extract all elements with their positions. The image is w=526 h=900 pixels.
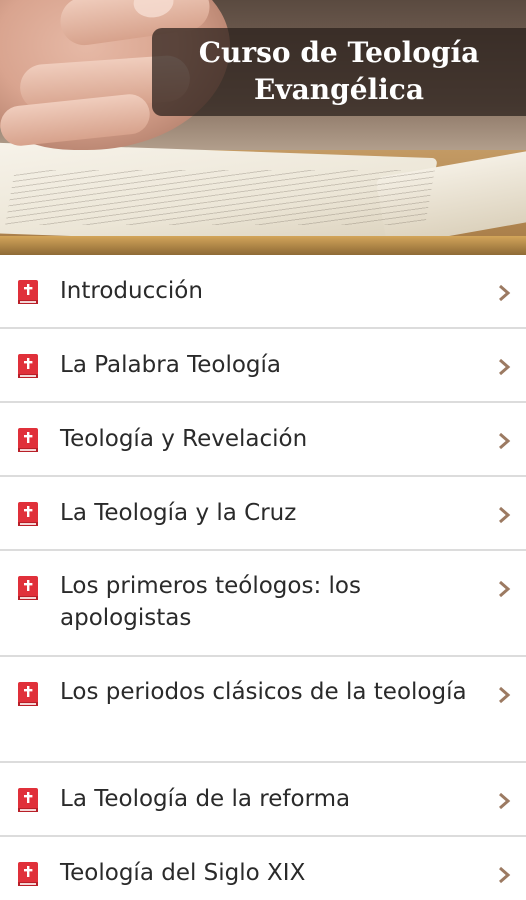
app-title: Curso de Teología Evangélica	[152, 34, 526, 108]
list-item[interactable]: Teología y Revelación	[0, 403, 526, 477]
list-item[interactable]: La Teología de la reforma	[0, 763, 526, 837]
chevron-right-icon	[499, 432, 511, 450]
book-icon	[18, 788, 38, 812]
chevron-right-icon	[499, 358, 511, 376]
app-title-line2: Evangélica	[254, 73, 424, 106]
book-icon	[18, 428, 38, 452]
list-item[interactable]: Los primeros teólogos: los apologistas	[0, 551, 526, 657]
book-icon	[18, 862, 38, 886]
book-text	[5, 170, 435, 225]
list-item[interactable]: Teología del Siglo XIX	[0, 837, 526, 900]
list-item-label: Introducción	[60, 278, 203, 304]
book-edge	[0, 236, 526, 255]
chevron-right-icon	[499, 506, 511, 524]
fingernail	[131, 0, 176, 20]
list-item[interactable]: La Palabra Teología	[0, 329, 526, 403]
chevron-right-icon	[499, 792, 511, 810]
list-item-label: Los periodos clásicos de la teología	[60, 679, 467, 705]
book-icon	[18, 576, 38, 600]
header-image: Curso de Teología Evangélica	[0, 0, 526, 255]
book-icon	[18, 682, 38, 706]
list-item[interactable]: Introducción	[0, 255, 526, 329]
list-item[interactable]: Los periodos clásicos de la teología	[0, 657, 526, 763]
list-item-label: Teología del Siglo XIX	[60, 860, 306, 886]
chevron-right-icon	[499, 580, 511, 598]
list-item-label: La Palabra Teología	[60, 352, 282, 378]
app-title-line1: Curso de Teología	[198, 36, 480, 69]
chevron-right-icon	[499, 284, 511, 302]
list-item[interactable]: La Teología y la Cruz	[0, 477, 526, 551]
list-item-label: Los primeros teólogos: los apologistas	[60, 573, 361, 631]
list-item-label: La Teología de la reforma	[60, 786, 351, 812]
list-item-label: Teología y Revelación	[60, 426, 308, 452]
book-icon	[18, 280, 38, 304]
book-icon	[18, 354, 38, 378]
list-item-label: La Teología y la Cruz	[60, 500, 297, 526]
chevron-right-icon	[499, 686, 511, 704]
chevron-right-icon	[499, 866, 511, 884]
book-icon	[18, 502, 38, 526]
lesson-list: Introducción La Palabra Teología Teologí…	[0, 255, 526, 900]
